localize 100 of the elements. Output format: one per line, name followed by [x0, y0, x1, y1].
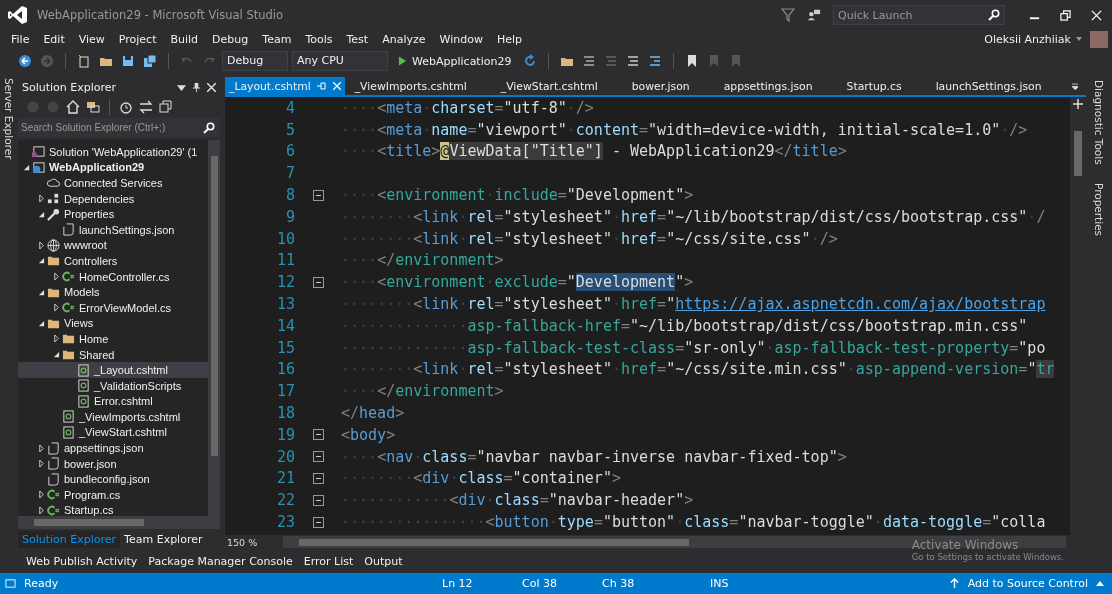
tree-item[interactable]: _Layout.cshtml	[18, 362, 208, 378]
split-icon[interactable]	[1073, 99, 1083, 109]
menu-item[interactable]: Help	[489, 32, 529, 46]
search-icon[interactable]	[988, 9, 1000, 21]
tree-item[interactable]: Error.cshtml	[18, 393, 208, 410]
collapse-icon[interactable]	[312, 472, 324, 484]
expanded-arrow-icon[interactable]	[22, 163, 30, 171]
tree-item[interactable]: Properties	[18, 206, 208, 222]
caret-icon[interactable]	[177, 82, 186, 92]
collapsed-arrow-icon[interactable]	[37, 444, 45, 452]
tree-item[interactable]: HomeController.cs	[18, 268, 208, 285]
server-explorer-tab[interactable]: Server Explorer	[3, 78, 15, 549]
collapsed-arrow-icon[interactable]	[37, 491, 45, 499]
configuration-dropdown[interactable]: Debug	[222, 51, 288, 71]
side-tab[interactable]: Diagnostic Tools	[1093, 80, 1105, 165]
tree-item[interactable]: bundleconfig.json	[18, 471, 208, 488]
filter-icon[interactable]	[781, 8, 795, 22]
expanded-arrow-icon[interactable]	[37, 319, 45, 327]
tree-item[interactable]: Models	[18, 284, 208, 300]
menu-item[interactable]: Tools	[298, 32, 340, 46]
collapsed-arrow-icon[interactable]	[52, 273, 60, 281]
tree-item[interactable]: WebApplication29	[18, 159, 208, 176]
collapsed-arrow-icon[interactable]	[37, 506, 45, 514]
collapsed-arrow-icon[interactable]	[52, 335, 60, 343]
collapsed-arrow-icon[interactable]	[52, 304, 60, 312]
document-tab[interactable]: _ViewImports.cshtml	[350, 77, 471, 95]
tree-item[interactable]: Home	[18, 331, 208, 347]
panel-tab[interactable]: Team Explorer	[120, 530, 207, 548]
refresh-icon[interactable]	[523, 54, 538, 68]
panel-tab[interactable]: Solution Explorer	[18, 530, 121, 548]
collapse-icon[interactable]	[312, 276, 324, 288]
platform-dropdown[interactable]: Any CPU	[292, 51, 388, 71]
menu-item[interactable]: Debug	[205, 32, 256, 46]
tree-item[interactable]: _ValidationScripts	[18, 377, 208, 394]
tree-item[interactable]: Views	[18, 315, 208, 332]
collapse-icon[interactable]	[312, 189, 324, 201]
collapsed-arrow-icon[interactable]	[37, 195, 45, 203]
quick-launch-field[interactable]: Quick Launch	[833, 5, 1005, 25]
lines-icon[interactable]	[582, 54, 597, 68]
restore-icon[interactable]	[1060, 9, 1071, 21]
menu-item[interactable]: Build	[163, 32, 206, 46]
tool-window-tab[interactable]: Web Publish Activity	[22, 554, 142, 568]
tree-item[interactable]: launchSettings.json	[18, 221, 208, 238]
tool-window-tab[interactable]: Output	[360, 554, 407, 568]
sync-icon[interactable]	[139, 100, 153, 114]
collapse-icon[interactable]	[312, 494, 324, 506]
collapse-icon[interactable]	[312, 451, 324, 463]
expanded-arrow-icon[interactable]	[52, 351, 60, 358]
collapsed-arrow-icon[interactable]	[37, 241, 45, 249]
scrollbar-thumb[interactable]	[1074, 131, 1082, 176]
tree-item[interactable]: Connected Services	[18, 175, 208, 191]
tool-window-tab[interactable]: Package Manager Console	[144, 554, 297, 568]
document-tab[interactable]: _ViewStart.cshtml	[496, 77, 602, 95]
run-button[interactable]: WebApplication29	[392, 51, 518, 71]
zoom-dropdown[interactable]: 150 %	[225, 536, 283, 548]
tool-window-tab[interactable]: Error List	[299, 554, 358, 568]
lines-icon[interactable]	[626, 54, 641, 68]
collapse-icon[interactable]	[312, 516, 324, 528]
expanded-arrow-icon[interactable]	[37, 288, 45, 296]
search-icon[interactable]	[203, 122, 215, 134]
tree-item[interactable]: Shared	[18, 346, 208, 363]
tree-item[interactable]: wwwroot	[18, 237, 208, 254]
menu-item[interactable]: Project	[111, 32, 164, 46]
collapse-icon[interactable]	[312, 429, 324, 441]
menu-item[interactable]: View	[71, 32, 112, 46]
tree-item[interactable]: Controllers	[18, 253, 208, 269]
home-icon[interactable]	[66, 100, 80, 114]
document-tab[interactable]: Startup.cs	[842, 77, 906, 95]
tab-list-icon[interactable]	[1071, 81, 1078, 91]
scrollbar-thumb[interactable]	[210, 156, 218, 456]
feedback-icon[interactable]	[807, 8, 821, 22]
menu-item[interactable]: Analyze	[375, 32, 433, 46]
expanded-arrow-icon[interactable]	[37, 257, 45, 265]
menu-item[interactable]: Test	[339, 32, 376, 46]
close-icon[interactable]	[207, 82, 216, 92]
save-all-icon[interactable]	[143, 54, 157, 68]
lines-icon[interactable]	[648, 54, 663, 68]
tree-item[interactable]: Dependencies	[18, 190, 208, 207]
menu-item[interactable]: Window	[432, 32, 490, 46]
switch-views-icon[interactable]	[86, 100, 100, 114]
save-icon[interactable]	[121, 54, 135, 68]
side-tab[interactable]: Properties	[1093, 182, 1105, 236]
expanded-arrow-icon[interactable]	[37, 210, 45, 218]
tree-item[interactable]: Program.cs	[18, 487, 208, 503]
collapsed-arrow-icon[interactable]	[37, 460, 45, 468]
menu-item[interactable]: Edit	[36, 32, 72, 46]
pin-icon[interactable]	[192, 82, 201, 92]
scrollbar-thumb[interactable]	[299, 538, 689, 546]
user-name[interactable]: Oleksii Anzhiiak	[984, 32, 1071, 46]
tree-item[interactable]: ErrorViewModel.cs	[18, 299, 208, 316]
back-icon[interactable]	[18, 54, 32, 68]
new-item-icon[interactable]	[77, 54, 91, 68]
history-icon[interactable]	[119, 100, 133, 114]
collapse-all-icon[interactable]	[159, 100, 173, 114]
scrollbar-thumb[interactable]	[34, 519, 144, 526]
tree-item[interactable]: _ViewImports.cshtml	[18, 409, 208, 425]
tree-item[interactable]: Solution 'WebApplication29' (1	[18, 144, 208, 160]
menu-item[interactable]: File	[4, 32, 37, 46]
menu-item[interactable]: Team	[255, 32, 299, 46]
source-control-button[interactable]: Add to Source Control	[967, 577, 1088, 590]
